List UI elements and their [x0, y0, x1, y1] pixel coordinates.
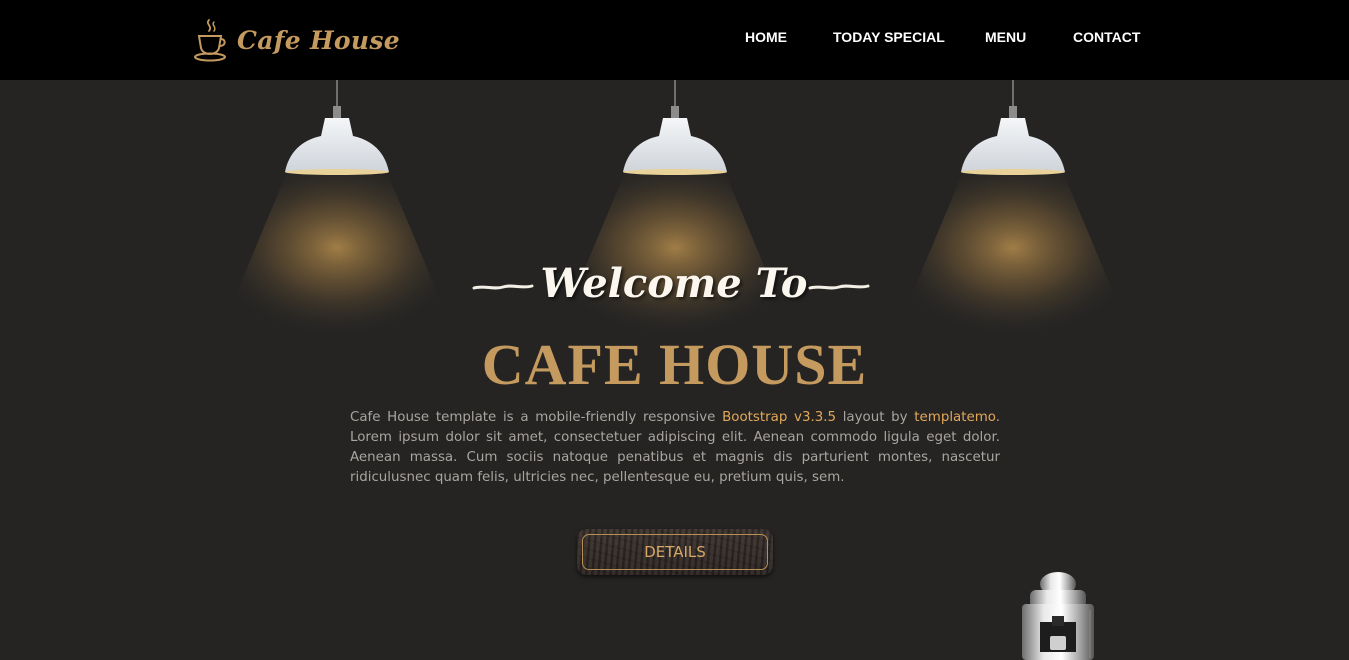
details-button[interactable]: DETAILS: [577, 529, 773, 575]
brand-name: Cafe House: [237, 25, 400, 55]
nav-home[interactable]: HOME: [745, 27, 787, 47]
coffee-machine-image: [1022, 572, 1094, 660]
decorative-dash-right: [808, 284, 870, 290]
nav-today-special[interactable]: TODAY SPECIAL: [833, 27, 945, 47]
templatemo-link[interactable]: templatemo: [914, 410, 995, 425]
bootstrap-link[interactable]: Bootstrap v3.3.5: [722, 410, 836, 425]
nav-contact[interactable]: CONTACT: [1073, 27, 1140, 47]
nav-menu[interactable]: MENU: [985, 27, 1026, 47]
description-text: Cafe House template is a mobile-friendly…: [350, 410, 723, 425]
description-text: layout by: [836, 410, 915, 425]
decorative-dash-left: [472, 284, 534, 290]
hero-description: Cafe House template is a mobile-friendly…: [350, 408, 1000, 488]
welcome-heading-row: Welcome To: [0, 254, 1349, 314]
details-button-label: DETAILS: [644, 543, 706, 561]
hero-title: CAFE HOUSE: [481, 332, 868, 397]
brand-logo-link[interactable]: Cafe House: [193, 18, 400, 62]
welcome-text: Welcome To: [540, 260, 808, 307]
coffee-cup-icon: [194, 19, 226, 62]
navbar: Cafe House HOME TODAY SPECIAL MENU CONTA…: [0, 0, 1349, 80]
